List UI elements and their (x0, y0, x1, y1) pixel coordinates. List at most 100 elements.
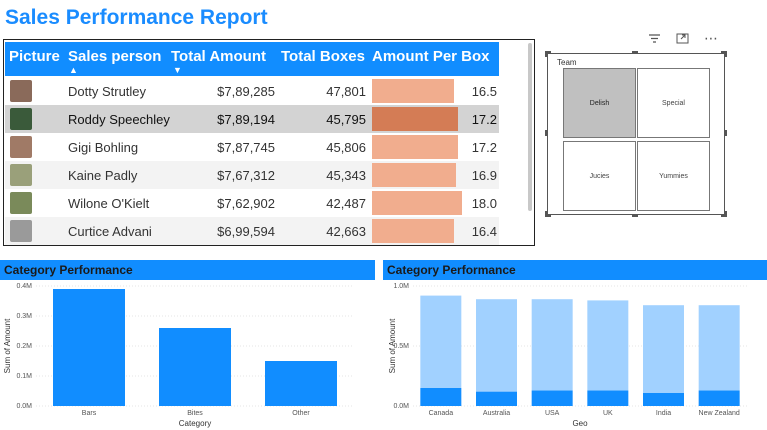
bar (531, 299, 573, 391)
more-options-icon[interactable]: ⋯ (704, 30, 718, 47)
bar (159, 328, 231, 406)
header-picture[interactable]: Picture (9, 48, 60, 65)
amount-per-box-bar-fill (372, 107, 458, 131)
x-tick-label: Bars (82, 410, 97, 417)
bar (53, 289, 125, 406)
x-tick-label: Canada (429, 410, 454, 417)
filter-icon[interactable] (648, 33, 661, 47)
x-tick-label: New Zealand (699, 410, 740, 417)
sales-person-cell: Kaine Padly (68, 168, 138, 183)
amount-per-box-cell: 18.0 (471, 196, 497, 211)
header-amount-per-box[interactable]: Amount Per Box (372, 48, 490, 65)
sales-person-cell: Dotty Strutley (68, 84, 147, 99)
sort-ascending-icon[interactable]: ▲ (69, 65, 78, 75)
sales-person-cell: Gigi Bohling (68, 140, 139, 155)
avatar (10, 80, 32, 102)
table-row[interactable]: Kaine Padly $7,67,312 45,343 16.9 (5, 161, 499, 189)
amount-per-box-bar-fill (372, 163, 456, 187)
x-tick-label: UK (603, 410, 613, 417)
team-tile-yummies[interactable]: Yummies (637, 141, 710, 211)
team-tile-special[interactable]: Special (637, 68, 710, 138)
avatar (10, 136, 32, 158)
amount-per-box-bar-fill (372, 135, 458, 159)
total-amount-cell: $7,87,745 (217, 140, 275, 155)
x-tick-label: Australia (483, 410, 510, 417)
geo-stacked-bar-chart: 0.0M0.5M1.0MCanada Australia USA UK India New… (388, 283, 747, 428)
avatar (10, 220, 32, 242)
table-row[interactable]: Curtice Advani $6,99,594 42,663 16.4 (5, 217, 499, 245)
table-header: Picture Sales person ▲ Total Amount ▼ To… (5, 42, 499, 76)
sort-descending-icon[interactable]: ▼ (173, 65, 182, 75)
x-tick-label: USA (545, 410, 560, 417)
focus-mode-icon[interactable] (676, 33, 689, 47)
bar (531, 390, 573, 406)
header-total-amount[interactable]: Total Amount (171, 48, 266, 65)
amount-per-box-cell: 16.5 (471, 84, 497, 99)
header-sales-person[interactable]: Sales person (68, 48, 161, 65)
sales-person-cell: Roddy Speechley (68, 112, 170, 127)
amount-per-box-bar-fill (372, 191, 462, 215)
total-amount-cell: $7,89,194 (217, 112, 275, 127)
team-tile-delish[interactable]: Delish (563, 68, 636, 138)
chart-title-geo: Category Performance (387, 263, 516, 277)
avatar (10, 164, 32, 186)
header-total-boxes[interactable]: Total Boxes (281, 48, 365, 65)
total-boxes-cell: 42,663 (326, 224, 366, 239)
team-tile-jucies[interactable]: Jucies (563, 141, 636, 211)
report-title: Sales Performance Report (5, 6, 268, 29)
total-boxes-cell: 45,795 (326, 112, 366, 127)
table-row[interactable]: Wilone O'Kielt $7,62,902 42,487 18.0 (5, 189, 499, 217)
bar (587, 300, 629, 391)
table-row[interactable]: Roddy Speechley $7,89,194 45,795 17.2 (5, 105, 499, 133)
bar (643, 305, 684, 393)
sales-person-cell: Wilone O'Kielt (68, 196, 150, 211)
amount-per-box-cell: 16.9 (471, 168, 497, 183)
table-row[interactable]: Gigi Bohling $7,87,745 45,806 17.2 (5, 133, 499, 161)
team-label: Team (557, 58, 577, 67)
team-slicer: Team Delish Special Jucies Yummies (545, 51, 727, 217)
bar (476, 391, 517, 406)
sales-person-cell: Curtice Advani (68, 224, 152, 239)
y-axis-title: Sum of Amount (388, 318, 397, 373)
x-tick-label: Bites (187, 410, 203, 417)
y-tick-label: 0.3M (16, 313, 32, 320)
total-amount-cell: $7,67,312 (217, 168, 275, 183)
y-tick-label: 0.0M (393, 403, 409, 410)
y-tick-label: 0.4M (16, 283, 32, 290)
bar (420, 388, 462, 406)
y-tick-label: 0.0M (16, 403, 32, 410)
bar (420, 295, 462, 388)
avatar (10, 192, 32, 214)
bar (698, 390, 740, 406)
y-tick-label: 1.0M (393, 283, 409, 290)
total-boxes-cell: 45,806 (326, 140, 366, 155)
table-scrollbar[interactable] (528, 43, 532, 211)
x-axis-title: Geo (572, 419, 588, 428)
sales-table: Picture Sales person ▲ Total Amount ▼ To… (3, 39, 535, 246)
x-tick-label: India (656, 410, 671, 417)
total-amount-cell: $7,62,902 (217, 196, 275, 211)
category-bar-chart: 0.0M 0.1M 0.2M 0.3M 0.4M Bars Bites Other Catego… (3, 283, 354, 428)
total-boxes-cell: 42,487 (326, 196, 366, 211)
total-boxes-cell: 47,801 (326, 84, 366, 99)
bar (698, 305, 740, 391)
avatar (10, 108, 32, 130)
x-axis-title: Category (179, 419, 211, 428)
y-tick-label: 0.1M (16, 373, 32, 380)
amount-per-box-bar-fill (372, 219, 454, 243)
y-axis-title: Sum of Amount (3, 318, 12, 373)
bar (587, 390, 629, 406)
table-row[interactable]: Dotty Strutley $7,89,285 47,801 16.5 (5, 77, 499, 105)
amount-per-box-cell: 17.2 (471, 112, 497, 127)
x-tick-label: Other (292, 410, 310, 417)
amount-per-box-cell: 16.4 (471, 224, 497, 239)
total-amount-cell: $7,89,285 (217, 84, 275, 99)
total-amount-cell: $6,99,594 (217, 224, 275, 239)
bar (265, 361, 337, 406)
total-boxes-cell: 45,343 (326, 168, 366, 183)
y-tick-label: 0.2M (16, 343, 32, 350)
amount-per-box-cell: 17.2 (471, 140, 497, 155)
chart-title-category: Category Performance (4, 263, 133, 277)
bar (643, 392, 684, 406)
amount-per-box-bar-fill (372, 79, 454, 103)
